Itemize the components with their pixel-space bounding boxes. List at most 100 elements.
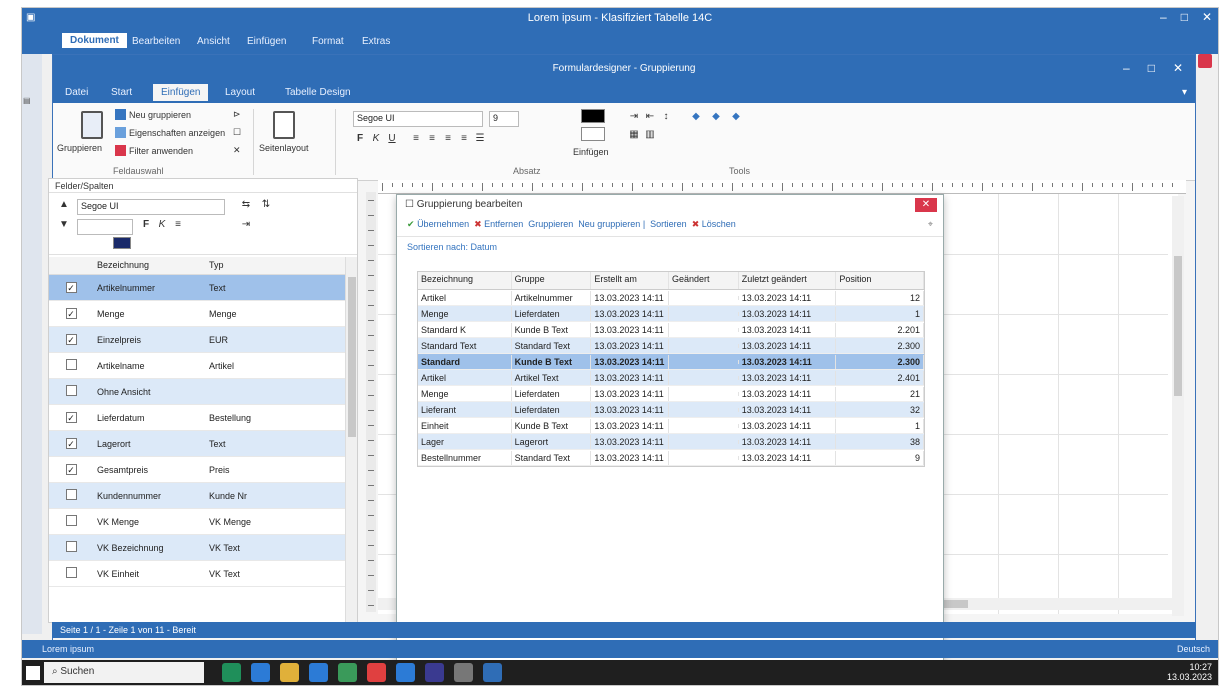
align-center-icon[interactable]: ≡	[425, 133, 439, 147]
canvas-vertical-scrollbar[interactable]	[1172, 196, 1184, 616]
col-header-position[interactable]: Position	[836, 272, 924, 289]
menu-item-format[interactable]: Format	[312, 36, 344, 47]
table-row[interactable]: Artikel Artikelnummer 13.03.2023 14:11 13.0…	[418, 290, 924, 306]
justify-icon[interactable]: ≡	[457, 133, 471, 147]
fields-scrollbar[interactable]	[345, 257, 357, 623]
table-row[interactable]: Einheit Kunde B Text 13.03.2023 14:11 13.03…	[418, 418, 924, 434]
column-header-type[interactable]: Typ	[205, 257, 345, 274]
taskbar-app-icon[interactable]	[396, 663, 415, 682]
tab-layout[interactable]: Layout	[225, 87, 255, 98]
field-checkbox[interactable]	[65, 515, 77, 526]
dialog-close-button[interactable]: ✕	[915, 198, 937, 212]
col-header-designation[interactable]: Bezeichnung	[418, 272, 512, 289]
inner-close-button[interactable]: ✕	[1173, 61, 1183, 75]
table-row[interactable]: Standard Kunde B Text 13.03.2023 14:11 13.0…	[418, 354, 924, 370]
table-row[interactable]: Lieferant Lieferdaten 13.03.2023 14:11 13.0…	[418, 402, 924, 418]
regroup-button[interactable]: Neu gruppieren	[578, 219, 640, 229]
italic-icon[interactable]: K	[369, 133, 383, 147]
panel-tool-icon-3[interactable]: ⇥	[239, 219, 253, 233]
panel-font-select[interactable]: Segoe UI	[77, 199, 225, 215]
field-row[interactable]: VK Einheit VK Text	[49, 561, 345, 587]
taskbar-app-icon[interactable]	[338, 663, 357, 682]
font-size-select[interactable]: 9	[489, 111, 519, 127]
apply-icon[interactable]: ✔	[407, 219, 415, 229]
indent-icon[interactable]: ⇥	[627, 111, 641, 125]
tool-icon-2[interactable]: ◆	[709, 111, 723, 125]
group-toolbar-button[interactable]: Gruppieren	[528, 219, 573, 229]
sort-button[interactable]: Sortieren	[650, 219, 687, 229]
panel-tool-icon-2[interactable]: ⇅	[259, 199, 273, 213]
col-header-last-changed[interactable]: Zuletzt geändert	[739, 272, 837, 289]
field-checkbox[interactable]: ✓	[65, 308, 77, 319]
col-header-changed[interactable]: Geändert	[669, 272, 739, 289]
column-header-name[interactable]: Bezeichnung	[93, 257, 205, 274]
panel-size-select[interactable]	[77, 219, 133, 235]
apply-button[interactable]: Übernehmen	[417, 219, 469, 229]
field-row[interactable]: VK Bezeichnung VK Text	[49, 535, 345, 561]
panel-italic-icon[interactable]: K	[155, 219, 169, 233]
field-checkbox[interactable]: ✓	[65, 334, 77, 345]
apply-filter-button[interactable]: Filter anwenden	[115, 145, 193, 156]
spacing-icon[interactable]: ↕	[659, 111, 673, 125]
panel-align-icon[interactable]: ≡	[171, 219, 185, 233]
inner-maximize-button[interactable]: □	[1148, 61, 1155, 75]
fields-scroll-thumb[interactable]	[348, 277, 356, 437]
page-layout-button[interactable]: Seitenlayout	[259, 143, 309, 153]
delete-button[interactable]: Löschen	[702, 219, 736, 229]
panel-tool-icon-1[interactable]: ⇆	[239, 199, 253, 213]
taskbar-app-icon[interactable]	[367, 663, 386, 682]
group-icon[interactable]	[81, 111, 103, 139]
panel-down-icon[interactable]: ▼	[57, 219, 71, 233]
underline-icon[interactable]: U	[385, 133, 399, 147]
table-row[interactable]: Menge Lieferdaten 13.03.2023 14:11 13.03.20…	[418, 306, 924, 322]
canvas-vscroll-thumb[interactable]	[1174, 256, 1182, 396]
windows-start-icon[interactable]	[26, 666, 40, 680]
field-row[interactable]: Kundennummer Kunde Nr	[49, 483, 345, 509]
ribbon-small-icon-2[interactable]: ☐	[233, 127, 241, 138]
menu-item-document[interactable]: Dokument	[62, 33, 127, 48]
user-avatar[interactable]	[1198, 54, 1212, 68]
minimize-button[interactable]: –	[1160, 10, 1167, 24]
menu-item-tools[interactable]: Extras	[362, 36, 390, 47]
field-row[interactable]: ✓ Lieferdatum Bestellung	[49, 405, 345, 431]
taskbar-app-icon[interactable]	[483, 663, 502, 682]
field-checkbox[interactable]	[65, 359, 77, 370]
field-checkbox[interactable]	[65, 489, 77, 500]
border-icon[interactable]: ▦	[627, 129, 641, 143]
table-row[interactable]: Standard K Kunde B Text 13.03.2023 14:11 13…	[418, 322, 924, 338]
field-row[interactable]: Artikelname Artikel	[49, 353, 345, 379]
col-header-created[interactable]: Erstellt am	[591, 272, 669, 289]
bold-icon[interactable]: F	[353, 133, 367, 147]
maximize-button[interactable]: □	[1181, 10, 1188, 24]
fill-color-swatch[interactable]	[581, 109, 605, 123]
tool-icon-3[interactable]: ◆	[729, 111, 743, 125]
align-left-icon[interactable]: ≡	[409, 133, 423, 147]
font-name-select[interactable]: Segoe UI	[353, 111, 483, 127]
remove-button[interactable]: Entfernen	[484, 219, 523, 229]
taskbar-app-icon[interactable]	[309, 663, 328, 682]
field-row[interactable]: VK Menge VK Menge	[49, 509, 345, 535]
field-checkbox[interactable]	[65, 541, 77, 552]
outdent-icon[interactable]: ⇤	[643, 111, 657, 125]
panel-up-icon[interactable]: ▲	[57, 199, 71, 213]
tool-icon-1[interactable]: ◆	[689, 111, 703, 125]
close-button[interactable]: ✕	[1202, 10, 1212, 24]
field-checkbox[interactable]: ✓	[65, 282, 77, 293]
collapse-ribbon-icon[interactable]: ▾	[1182, 87, 1187, 98]
taskbar-app-icon[interactable]	[222, 663, 241, 682]
tab-table-design[interactable]: Tabelle Design	[285, 87, 351, 98]
table-row[interactable]: Artikel Artikel Text 13.03.2023 14:11 13.03…	[418, 370, 924, 386]
field-row[interactable]: ✓ Menge Menge	[49, 301, 345, 327]
field-checkbox[interactable]	[65, 385, 77, 396]
field-row[interactable]: ✓ Einzelpreis EUR	[49, 327, 345, 353]
panel-color-swatch[interactable]	[113, 237, 131, 249]
menu-item-insert[interactable]: Einfügen	[247, 36, 286, 47]
show-properties-button[interactable]: Eigenschaften anzeigen	[115, 127, 225, 138]
taskbar-app-icon[interactable]	[454, 663, 473, 682]
page-layout-icon[interactable]	[273, 111, 295, 139]
align-right-icon[interactable]: ≡	[441, 133, 455, 147]
tab-start[interactable]: Start	[111, 87, 132, 98]
tab-file[interactable]: Datei	[65, 87, 88, 98]
taskbar-search-input[interactable]: ⌕ Suchen	[44, 662, 204, 683]
field-row[interactable]: Ohne Ansicht	[49, 379, 345, 405]
